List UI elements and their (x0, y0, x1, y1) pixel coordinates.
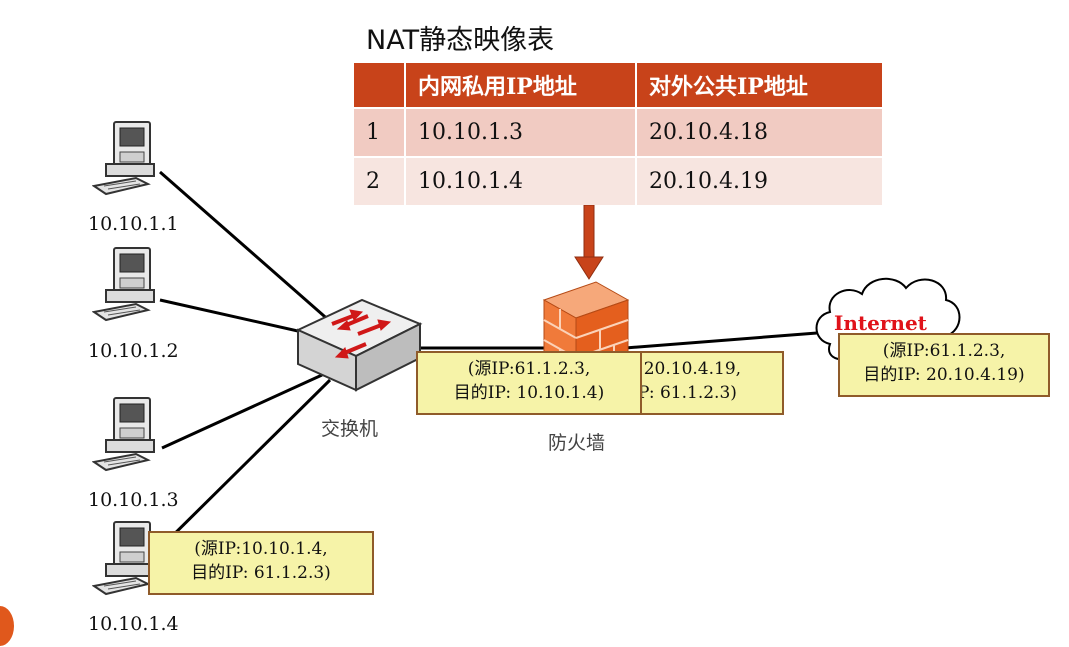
note-line: (源IP:61.1.2.3, (467, 359, 591, 379)
table-cell: 10.10.1.3 (405, 107, 637, 157)
computer-icon (92, 397, 155, 472)
computer-icon (92, 247, 155, 322)
table-cell: 2 (354, 156, 406, 205)
note-line: 目的IP: 20.10.4.19) (863, 365, 1025, 385)
firewall-in-packet-note: (源IP:61.1.2.3, 目的IP: 10.10.1.4) (416, 351, 642, 415)
internet-packet-note: (源IP:61.1.2.3, 目的IP: 20.10.4.19) (838, 333, 1050, 397)
internet-label: Internet (834, 311, 927, 335)
table-row: 2 10.10.1.4 20.10.4.19 (354, 156, 884, 205)
note-line: 目的IP: 61.1.2.3) (191, 563, 331, 583)
down-arrow-icon (574, 205, 604, 280)
table-header-row: 内网私用IP地址 对外公共IP地址 (354, 63, 884, 108)
note-line: :20.10.4.19, (638, 359, 742, 379)
table-cell: 20.10.4.18 (636, 107, 884, 157)
computer-icon (92, 521, 155, 596)
table-cell: 20.10.4.19 (636, 156, 884, 205)
host-label: 10.10.1.4 (88, 613, 179, 635)
switch-icon (295, 298, 423, 392)
host-label: 10.10.1.2 (88, 340, 179, 362)
table-cell: 10.10.1.4 (405, 156, 637, 205)
note-line: P: 61.1.2.3) (638, 383, 737, 403)
switch-label: 交换机 (321, 418, 379, 440)
table-header-index (354, 63, 406, 108)
nat-table: 内网私用IP地址 对外公共IP地址 1 10.10.1.3 20.10.4.18… (354, 63, 884, 205)
link-firewall-internet (624, 330, 831, 350)
table-header-public: 对外公共IP地址 (636, 63, 884, 108)
computer-icon (92, 121, 155, 196)
host-label: 10.10.1.1 (88, 213, 179, 235)
note-line: 目的IP: 10.10.1.4) (453, 383, 605, 403)
table-title: NAT静态映像表 (366, 25, 555, 56)
table-cell: 1 (354, 107, 406, 157)
host-packet-note: (源IP:10.10.1.4, 目的IP: 61.1.2.3) (148, 531, 374, 595)
firewall-label: 防火墙 (548, 432, 606, 454)
note-line: (源IP:61.1.2.3, (882, 341, 1006, 361)
table-row: 1 10.10.1.3 20.10.4.18 (354, 107, 884, 157)
note-line: (源IP:10.10.1.4, (194, 539, 328, 559)
table-header-private: 内网私用IP地址 (405, 63, 637, 108)
host-label: 10.10.1.3 (88, 489, 179, 511)
firewall-out-packet-note: :20.10.4.19, P: 61.1.2.3) (626, 351, 784, 415)
